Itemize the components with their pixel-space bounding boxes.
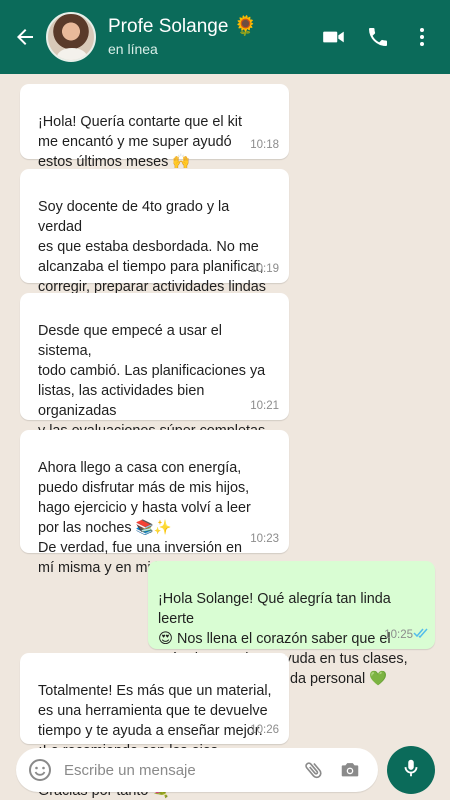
message-bubble-outgoing[interactable]: ¡Hola Solange! Qué alegría tan linda lee… (148, 561, 435, 687)
emoji-icon[interactable] (20, 750, 60, 790)
back-arrow-icon[interactable] (8, 17, 42, 57)
message-text: ¡Hola! Quería contarte que el kit me enc… (38, 114, 242, 170)
contact-info[interactable]: Profe Solange 🌻 en línea (108, 16, 312, 58)
message-bubble-incoming[interactable]: ¡Hola! Quería contarte que el kit me enc… (20, 84, 289, 170)
message-time: 10:18 (250, 139, 279, 151)
message-bubble-incoming[interactable]: Soy docente de 4to grado y la verdad es … (20, 169, 289, 315)
message-bubble-incoming[interactable]: Ahora llego a casa con energía, puedo di… (20, 430, 289, 576)
avatar[interactable] (46, 12, 96, 62)
contact-status: en línea (108, 41, 158, 57)
message-time: 10:23 (250, 533, 279, 545)
message-time: 10:21 (250, 400, 279, 412)
chat-header: Profe Solange 🌻 en línea (0, 0, 450, 74)
message-list: ¡Hola! Quería contarte que el kit me enc… (0, 74, 450, 799)
contact-name: Profe Solange 🌻 (108, 16, 258, 37)
camera-icon[interactable] (332, 750, 368, 790)
attach-icon[interactable] (296, 750, 332, 790)
message-input-bar (16, 748, 378, 792)
message-bubble-incoming[interactable]: Desde que empecé a usar el sistema, todo… (20, 293, 289, 479)
message-time: 10:25 (384, 629, 413, 641)
phone-icon[interactable] (356, 15, 400, 59)
mic-icon (400, 757, 422, 784)
message-text: Ahora llego a casa con energía, puedo di… (38, 460, 251, 576)
message-bubble-incoming[interactable]: Totalmente! Es más que un material, es u… (20, 653, 289, 799)
mic-button[interactable] (387, 746, 435, 794)
composer (0, 746, 450, 800)
message-time: 10:26 (250, 724, 279, 736)
message-input[interactable] (64, 761, 296, 779)
double-check-read-icon (413, 604, 429, 644)
more-options-icon[interactable] (400, 15, 444, 59)
message-time: 10:19 (250, 263, 279, 275)
video-call-icon[interactable] (312, 15, 356, 59)
